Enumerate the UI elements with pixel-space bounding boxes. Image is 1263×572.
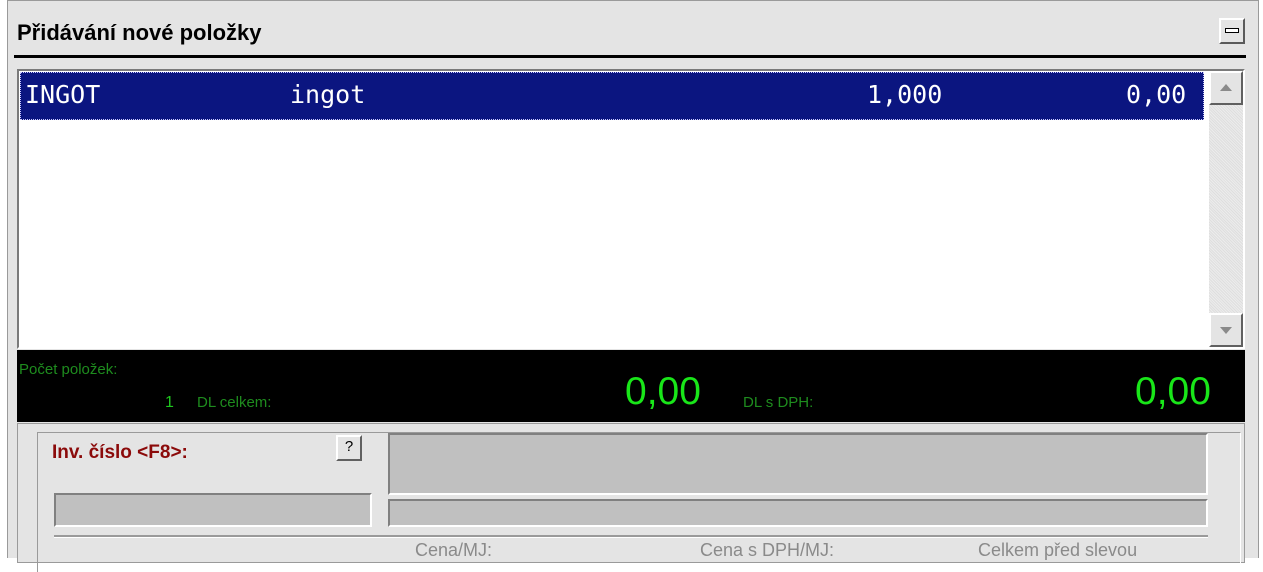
item-name: ingot: [290, 80, 366, 109]
vertical-scrollbar[interactable]: [1209, 71, 1243, 347]
total-before-discount-header: Celkem před slevou: [978, 540, 1138, 560]
list-row[interactable]: INGOT ingot 1,000 0,00: [20, 72, 1204, 120]
item-description-field[interactable]: [388, 433, 1208, 495]
dl-total-label: DL celkem:: [197, 394, 272, 411]
inventory-number-input[interactable]: [54, 493, 372, 527]
price-per-unit-header: Cena/MJ:: [415, 540, 493, 560]
inventory-number-label: Inv. číslo <F8>:: [52, 442, 188, 463]
form-divider: [54, 535, 1208, 538]
collapse-button[interactable]: [1219, 18, 1245, 44]
summary-bar: Počet položek: 1 DL celkem: 0,00 DL s DP…: [17, 350, 1245, 422]
dl-vat-label: DL s DPH:: [743, 394, 814, 411]
item-quantity: 1,000: [867, 80, 943, 109]
items-list[interactable]: INGOT ingot 1,000 0,00: [17, 69, 1245, 349]
item-count-label: Počet položek:: [19, 361, 118, 378]
help-button[interactable]: ?: [336, 435, 362, 461]
item-count-value: 1: [165, 394, 174, 411]
item-price: 0,00: [1126, 80, 1187, 109]
dl-total-value: 0,00: [625, 370, 701, 413]
item-code: INGOT: [25, 80, 101, 109]
scroll-up-button[interactable]: [1209, 71, 1243, 105]
dl-vat-value: 0,00: [1135, 370, 1211, 413]
item-note-field[interactable]: [388, 499, 1208, 527]
window-title: Přidávání nové položky: [17, 20, 262, 45]
scroll-down-button[interactable]: [1209, 313, 1243, 347]
title-divider: [14, 55, 1246, 58]
price-vat-per-unit-header: Cena s DPH/MJ:: [700, 540, 835, 560]
